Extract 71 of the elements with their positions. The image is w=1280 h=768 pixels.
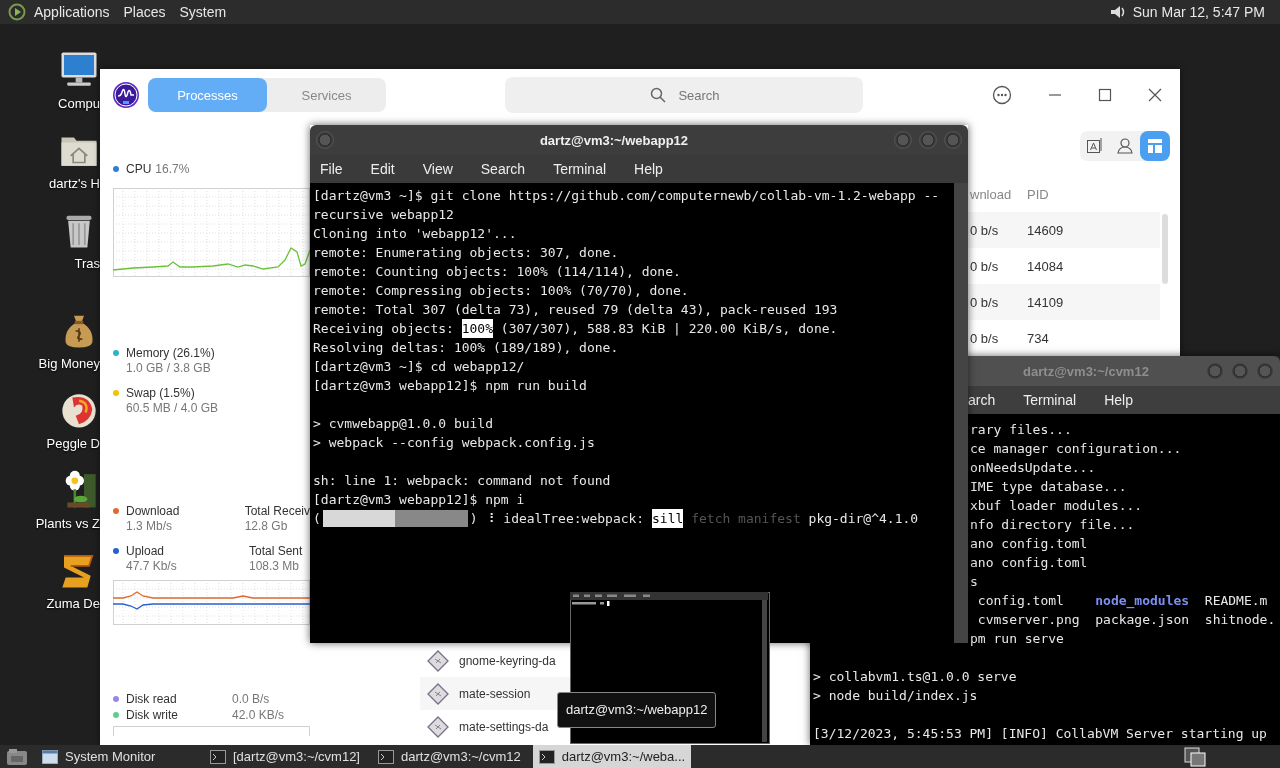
terminal-text: ) ⠸ idealTree:webpack: [469, 510, 646, 528]
table-cell-text: 0 b/s [969, 258, 1000, 274]
stat-value: 42.0 KB/s [232, 708, 286, 722]
terminal-line: remote: Compressing objects: 100% (70/70), done. [313, 282, 690, 300]
terminal-line: IME type database... [970, 478, 1128, 496]
terminal-line: s [970, 573, 979, 591]
stat-value: 16.7% [155, 162, 190, 176]
tooltip: dartz@vm3:~/webapp12 [557, 692, 717, 728]
directory-name: node_modules [1095, 592, 1190, 610]
terminal-text: README.m [1203, 592, 1268, 610]
terminal-line: remote: Total 307 (delta 73), reused 79 (delta 43), pack-reused 193 [313, 301, 839, 319]
terminal-line: remote: Enumerating objects: 307, done. [313, 244, 620, 262]
terminal-line: > node build/index.js [813, 687, 979, 705]
stat-label: Download [126, 504, 180, 518]
terminal-line: rary files... [970, 421, 1073, 439]
highlighted-text: sill [652, 509, 684, 528]
terminal-line: ano config.toml [970, 535, 1089, 553]
terminal-line: Cloning into 'webapp12'... [313, 225, 518, 243]
terminal-text: (307/307), 588.83 KiB | 220.00 KiB/s, done. [499, 320, 838, 338]
terminal-line: [3/12/2023, 5:45:53 PM] [INFO] CollabVM Server starting up [813, 725, 1268, 743]
stat-value: 47.7 Kb/s [125, 559, 178, 574]
terminal-line: xbuf loader modules... [970, 497, 1144, 515]
stat-label: Disk write [126, 708, 178, 722]
terminal-line: sh: line 1: webpack: command not found [313, 472, 612, 490]
table-cell: 14609 [1027, 222, 1064, 238]
highlighted-text: 100% [461, 319, 494, 338]
window-title: dartz@vm3:~/webapp12 [538, 132, 690, 148]
stat-label: Swap (1.5%) [126, 386, 195, 400]
stat-value: 1.0 GB / 3.8 GB [125, 361, 212, 376]
terminal-line: [dartz@vm3 ~]$ cd webapp12/ [313, 358, 526, 376]
terminal-line: [dartz@vm3 ~]$ git clone https://github.com/computernewb/collab-vm-1.2-webapp -- [313, 187, 941, 205]
terminal-line: ce manager configuration... [970, 440, 1183, 458]
terminal-text: ( [313, 510, 321, 528]
terminal-line: > cvmwebapp@1.0.0 build [313, 415, 494, 433]
stat-value: 0.0 B/s [232, 692, 271, 706]
stat-value: 1.3 Mb/s [125, 519, 174, 534]
table-cell: 734 [1027, 330, 1049, 346]
terminal-line: nfo directory file... [970, 516, 1136, 534]
terminal-line: [dartz@vm3 webapp12]$ npm i [313, 491, 526, 509]
stat-value: 108.3 Mb [249, 559, 301, 574]
terminal-text: config.toml [976, 592, 1065, 610]
terminal-line: onNeedsUpdate... [970, 459, 1097, 477]
stat-label: Total Receiv [244, 503, 310, 519]
terminal-text: Receiving objects: [313, 320, 455, 338]
stat-label: Disk read [126, 692, 177, 706]
terminal-line: > webpack --config webpack.config.js [313, 434, 596, 452]
terminal-line: remote: Counting objects: 100% (114/114), done. [313, 263, 682, 281]
terminal-line: recursive webapp12 [313, 206, 455, 224]
stat-label: Memory (26.1%) [126, 346, 215, 360]
process-name: mate-session [459, 686, 531, 701]
table-cell-text: 0 b/s [969, 222, 1000, 238]
terminal-text: pkg-dir@^4.1.0 [808, 510, 919, 528]
stat-label: Upload [126, 544, 165, 558]
stat-label: Total Sent [249, 543, 303, 559]
stat-value: 12.8 Gb [244, 519, 289, 534]
terminal-line: Resolving deltas: 100% (189/189), done. [313, 339, 620, 357]
window-title: dartz@vm3:~/cvm12 [1022, 363, 1150, 379]
terminal-line: pm run serve [970, 630, 1065, 648]
table-cell-text: 0 b/s [969, 294, 1000, 310]
process-name: mate-settings-da [459, 719, 549, 734]
table-cell-text: 0 b/s [969, 330, 1000, 346]
terminal-line: > collabvm1.ts@1.0.0 serve [813, 668, 1018, 686]
terminal-text: cvmserver.png package.json shitnode. [976, 611, 1276, 629]
terminal-line: ano config.toml [970, 554, 1089, 572]
terminal-text: fetch manifest [690, 510, 802, 528]
terminal-line: [dartz@vm3 webapp12]$ npm run build [313, 377, 588, 395]
stat-label: CPU [126, 162, 152, 176]
table-cell: 14084 [1027, 258, 1064, 274]
process-name: gnome-keyring-da [459, 653, 556, 668]
table-cell: 14109 [1027, 294, 1064, 310]
stat-value: 60.5 MB / 4.0 GB [125, 401, 220, 416]
